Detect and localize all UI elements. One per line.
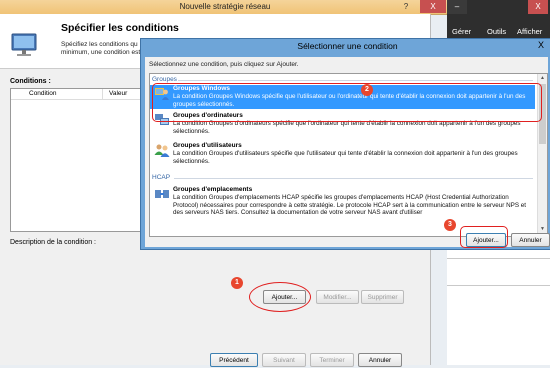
conditions-table[interactable]: Condition Valeur <box>10 88 150 232</box>
table-header: Condition Valeur <box>11 89 149 100</box>
dialog-cancel-button[interactable]: Annuler <box>511 233 550 247</box>
item-title: Groupes d'emplacements <box>173 186 253 193</box>
list-item-groupes-emplacements[interactable]: Groupes d'emplacements La condition Grou… <box>150 186 535 226</box>
column-header-value[interactable]: Valeur <box>103 89 127 99</box>
delete-condition-button[interactable]: Supprimer <box>361 290 404 304</box>
divider <box>447 285 550 286</box>
highlight-box-selected-item <box>152 83 542 122</box>
item-title: Groupes d'utilisateurs <box>173 142 242 149</box>
highlight-oval-add <box>249 282 311 312</box>
step-badge-2: 2 <box>361 84 373 96</box>
condition-description-label: Description de la condition : <box>10 239 96 246</box>
conditions-label: Conditions : <box>10 78 51 85</box>
item-description: La condition Groupes d'utilisateurs spéc… <box>173 150 518 165</box>
select-condition-dialog: Sélectionner une condition X Sélectionne… <box>140 38 550 250</box>
server-manager-close-button[interactable]: X <box>528 0 548 14</box>
dialog-instruction: Sélectionnez une condition, puis cliquez… <box>149 61 299 68</box>
page-title: Spécifier les conditions <box>61 22 179 34</box>
close-button[interactable]: X <box>420 0 446 13</box>
help-button[interactable]: ? <box>393 0 419 13</box>
highlight-box-dialog-add <box>460 226 508 248</box>
main-window-titlebar: Nouvelle stratégie réseau ? X <box>0 0 450 15</box>
dialog-close-button[interactable]: X <box>532 39 550 51</box>
minimize-button[interactable]: – <box>447 0 467 14</box>
group-header-groupes: Groupes <box>152 76 177 83</box>
users-icon <box>154 144 170 157</box>
column-header-condition[interactable]: Condition <box>11 89 103 99</box>
location-group-icon <box>155 190 169 198</box>
scroll-up-icon[interactable]: ▲ <box>538 74 547 83</box>
dialog-title: Sélectionner une condition <box>297 41 398 51</box>
step-badge-3: 3 <box>444 219 456 231</box>
group-divider <box>174 178 533 179</box>
list-item-groupes-utilisateurs[interactable]: Groupes d'utilisateurs La condition Grou… <box>150 142 535 168</box>
menu-manage[interactable]: Gérer <box>452 27 471 36</box>
main-window-title: Nouvelle stratégie réseau <box>179 2 271 11</box>
group-divider <box>178 80 533 81</box>
item-description: La condition Groupes d'emplacements HCAP… <box>173 194 527 216</box>
divider <box>447 258 550 259</box>
modify-condition-button[interactable]: Modifier... <box>316 290 359 304</box>
step-badge-1: 1 <box>231 277 243 289</box>
menu-tools[interactable]: Outils <box>487 27 506 36</box>
group-header-hcap: HCAP <box>152 174 171 181</box>
menu-view[interactable]: Afficher <box>517 27 542 36</box>
monitor-icon <box>11 33 37 56</box>
item-description: La condition Groupes d'ordinateurs spéci… <box>173 120 521 135</box>
